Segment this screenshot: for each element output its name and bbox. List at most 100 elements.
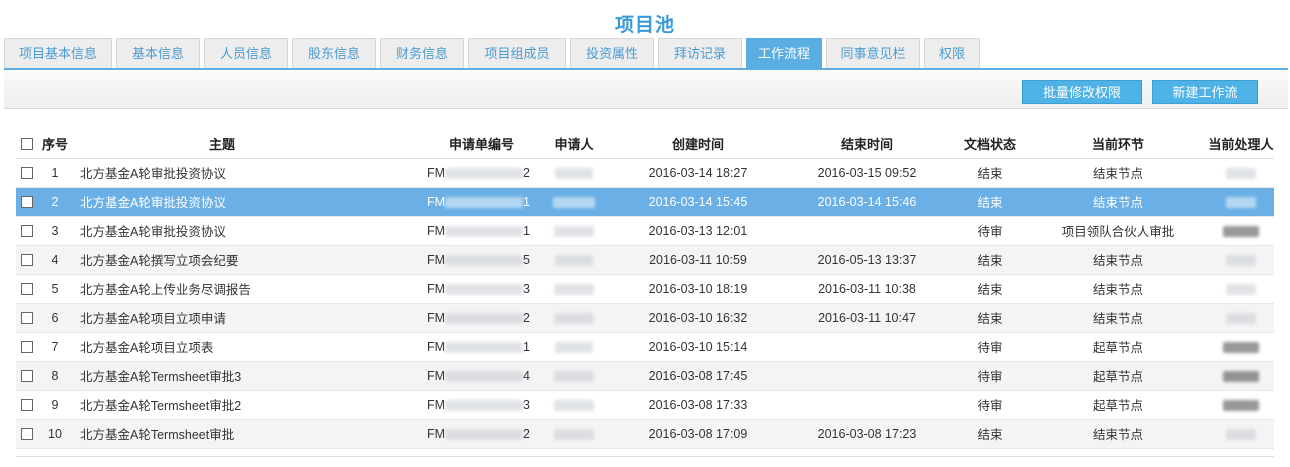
- row-checkbox[interactable]: [16, 216, 38, 246]
- row-created: 2016-03-13 12:01: [614, 216, 782, 246]
- tab-1[interactable]: 基本信息: [116, 38, 200, 69]
- table-row[interactable]: 8 北方基金A轮Termsheet审批3 FM 4 2016-03-08 17:45 待审…: [16, 361, 1274, 391]
- row-form-no[interactable]: FM 2: [372, 158, 534, 188]
- row-current-step: 起草节点: [1028, 390, 1208, 420]
- checkbox-box[interactable]: [21, 341, 33, 354]
- row-handler: [1208, 158, 1274, 188]
- row-subject[interactable]: 北方基金A轮审批投资协议: [72, 158, 372, 188]
- row-form-no[interactable]: FM 1: [372, 216, 534, 246]
- row-doc-status: 待审: [952, 390, 1028, 420]
- row-checkbox[interactable]: [16, 274, 38, 304]
- row-seq: 8: [38, 361, 72, 391]
- row-subject[interactable]: 北方基金A轮审批投资协议: [72, 216, 372, 246]
- row-checkbox[interactable]: [16, 245, 38, 275]
- form-no-suffix: 2: [523, 165, 530, 180]
- header-ended[interactable]: 结束时间: [782, 129, 952, 159]
- checkbox-box[interactable]: [21, 167, 33, 180]
- row-form-no[interactable]: FM 5: [372, 245, 534, 275]
- header-handler[interactable]: 当前处理人: [1208, 129, 1274, 159]
- table-bottom-border: [16, 456, 1274, 457]
- form-no-prefix: FM: [426, 368, 446, 383]
- header-applicant[interactable]: 申请人: [534, 129, 614, 159]
- table-row[interactable]: 3 北方基金A轮审批投资协议 FM 1 2016-03-13 12:01 待审 项目领队合伙…: [16, 216, 1274, 246]
- row-form-no[interactable]: FM 1: [372, 187, 534, 217]
- header-seq[interactable]: 序号: [38, 129, 72, 159]
- row-created: 2016-03-14 15:45: [614, 187, 782, 217]
- row-checkbox[interactable]: [16, 303, 38, 333]
- redacted-form-no: [445, 283, 524, 295]
- row-current-step: 结束节点: [1028, 274, 1208, 304]
- checkbox-box[interactable]: [21, 428, 33, 441]
- row-handler: [1208, 245, 1274, 275]
- row-subject[interactable]: 北方基金A轮项目立项表: [72, 332, 372, 362]
- batch-permission-button[interactable]: 批量修改权限: [1022, 80, 1142, 104]
- checkbox-box[interactable]: [21, 370, 33, 383]
- checkbox-box[interactable]: [21, 283, 33, 296]
- table-row[interactable]: 10 北方基金A轮Termsheet审批 FM 2 2016-03-08 17:09 20…: [16, 419, 1274, 449]
- row-created: 2016-03-08 17:45: [614, 361, 782, 391]
- checkbox-box[interactable]: [21, 138, 33, 151]
- redacted-applicant: [554, 283, 594, 295]
- row-form-no[interactable]: FM 3: [372, 390, 534, 420]
- tab-4[interactable]: 财务信息: [380, 38, 464, 69]
- row-form-no[interactable]: FM 2: [372, 303, 534, 333]
- row-ended: 2016-03-15 09:52: [782, 158, 952, 188]
- table-row[interactable]: 7 北方基金A轮项目立项表 FM 1 2016-03-10 15:14 待审 起草节点: [16, 332, 1274, 362]
- tab-2[interactable]: 人员信息: [204, 38, 288, 69]
- redacted-handler: [1226, 283, 1256, 295]
- table-row[interactable]: 9 北方基金A轮Termsheet审批2 FM 3 2016-03-08 17:33 待审…: [16, 390, 1274, 420]
- row-seq: 10: [38, 419, 72, 449]
- select-all-checkbox[interactable]: [16, 129, 38, 159]
- checkbox-box[interactable]: [21, 312, 33, 325]
- form-no-suffix: 2: [523, 426, 530, 441]
- checkbox-box[interactable]: [21, 196, 33, 209]
- row-checkbox[interactable]: [16, 332, 38, 362]
- row-ended: [782, 390, 952, 420]
- toolbar: 批量修改权限 新建工作流: [4, 71, 1288, 109]
- header-current-step[interactable]: 当前环节: [1028, 129, 1208, 159]
- tab-6[interactable]: 投资属性: [570, 38, 654, 69]
- row-subject[interactable]: 北方基金A轮Termsheet审批3: [72, 361, 372, 391]
- row-subject[interactable]: 北方基金A轮上传业务尽调报告: [72, 274, 372, 304]
- table-row[interactable]: 6 北方基金A轮项目立项申请 FM 2 2016-03-10 16:32 2016-03-…: [16, 303, 1274, 333]
- tab-10[interactable]: 权限: [924, 38, 980, 69]
- row-form-no[interactable]: FM 4: [372, 361, 534, 391]
- row-subject[interactable]: 北方基金A轮项目立项申请: [72, 303, 372, 333]
- table-row[interactable]: 2 北方基金A轮审批投资协议 FM 1 2016-03-14 15:45 2016-03-…: [16, 187, 1274, 217]
- tab-8[interactable]: 工作流程: [746, 38, 822, 69]
- row-checkbox[interactable]: [16, 158, 38, 188]
- row-checkbox[interactable]: [16, 390, 38, 420]
- page-title: 项目池: [614, 15, 675, 36]
- row-checkbox[interactable]: [16, 361, 38, 391]
- header-created[interactable]: 创建时间: [614, 129, 782, 159]
- table-row[interactable]: 5 北方基金A轮上传业务尽调报告 FM 3 2016-03-10 18:19 2016-0…: [16, 274, 1274, 304]
- row-current-step: 结束节点: [1028, 419, 1208, 449]
- row-form-no[interactable]: FM 3: [372, 274, 534, 304]
- row-form-no[interactable]: FM 2: [372, 419, 534, 449]
- row-checkbox[interactable]: [16, 187, 38, 217]
- table-row[interactable]: 1 北方基金A轮审批投资协议 FM 2 2016-03-14 18:27 2016-03-…: [16, 158, 1274, 188]
- checkbox-box[interactable]: [21, 225, 33, 238]
- header-doc-status[interactable]: 文档状态: [952, 129, 1028, 159]
- tab-7[interactable]: 拜访记录: [658, 38, 742, 69]
- redacted-form-no: [445, 428, 524, 440]
- row-subject[interactable]: 北方基金A轮Termsheet审批: [72, 419, 372, 449]
- row-subject[interactable]: 北方基金A轮Termsheet审批2: [72, 390, 372, 420]
- row-subject[interactable]: 北方基金A轮撰写立项会纪要: [72, 245, 372, 275]
- new-workflow-button[interactable]: 新建工作流: [1152, 80, 1258, 104]
- row-applicant: [534, 303, 614, 333]
- header-form-no[interactable]: 申请单编号: [372, 129, 534, 159]
- row-applicant: [534, 419, 614, 449]
- row-handler: [1208, 361, 1274, 391]
- row-checkbox[interactable]: [16, 419, 38, 449]
- tab-5[interactable]: 项目组成员: [468, 38, 566, 69]
- tab-9[interactable]: 同事意见栏: [826, 38, 920, 69]
- row-form-no[interactable]: FM 1: [372, 332, 534, 362]
- checkbox-box[interactable]: [21, 399, 33, 412]
- checkbox-box[interactable]: [21, 254, 33, 267]
- tab-0[interactable]: 项目基本信息: [4, 38, 112, 69]
- row-subject[interactable]: 北方基金A轮审批投资协议: [72, 187, 372, 217]
- tab-3[interactable]: 股东信息: [292, 38, 376, 69]
- header-subject[interactable]: 主题: [72, 129, 372, 159]
- table-row[interactable]: 4 北方基金A轮撰写立项会纪要 FM 5 2016-03-11 10:59 2016-05…: [16, 245, 1274, 275]
